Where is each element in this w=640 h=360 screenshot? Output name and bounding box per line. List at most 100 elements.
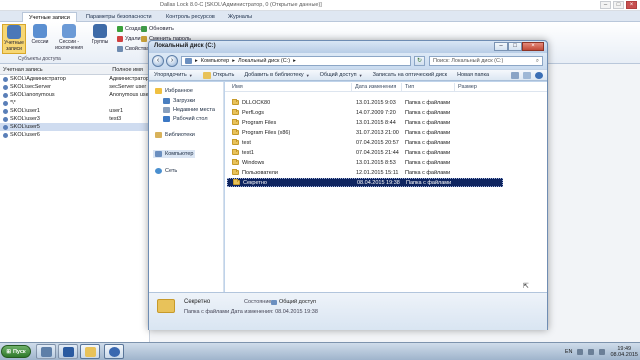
nav-downloads[interactable]: Загрузки — [163, 98, 195, 104]
computer-icon — [185, 58, 192, 64]
tab-resource-control[interactable]: Контроль ресурсов — [160, 12, 221, 22]
start-button[interactable]: ⊞ Пуск — [1, 345, 31, 358]
search-icon: ⌕ — [535, 58, 539, 64]
tab-logs[interactable]: Журналы — [222, 12, 258, 22]
address-part-drive[interactable]: Локальный диск (C:) — [238, 58, 290, 64]
groups-ribbon-button[interactable]: Группы — [88, 24, 112, 54]
file-row[interactable]: DLLOCK80 13.01.2015 9:03 Папка с файлами — [227, 98, 503, 107]
account-name: SKOL\user3 — [10, 116, 40, 122]
search-input[interactable]: Поиск: Локальный диск (C:) ⌕ — [429, 56, 543, 66]
file-date: 31.07.2013 21:00 — [356, 129, 399, 136]
file-type: Папка с файлами — [405, 119, 451, 126]
nav-network[interactable]: Сеть — [155, 168, 177, 174]
preview-pane-icon[interactable] — [523, 71, 531, 79]
view-controls — [511, 71, 547, 79]
column-divider[interactable] — [454, 83, 455, 91]
user-icon — [3, 92, 8, 98]
file-row[interactable]: PerfLogs 14.07.2009 7:20 Папка с файлами — [227, 108, 503, 117]
nav-favorites-label: Избранное — [165, 88, 193, 94]
nav-favorites[interactable]: Избранное — [155, 88, 193, 94]
users-icon — [7, 25, 21, 39]
column-date-modified[interactable]: Дата изменения — [355, 84, 396, 90]
file-row[interactable]: Windows 13.01.2015 8:53 Папка с файлами — [227, 158, 503, 167]
taskbar-app-server-manager[interactable] — [36, 344, 56, 359]
column-divider[interactable] — [401, 83, 402, 91]
clock[interactable]: 19:49 08.04.2015 — [610, 346, 638, 358]
language-indicator[interactable]: EN — [565, 349, 573, 355]
file-row-selected[interactable]: Секретно 08.04.2015 19:38 Папка с файлам… — [227, 178, 503, 187]
groups-icon — [93, 24, 107, 38]
column-full-name[interactable]: Полное имя — [109, 66, 149, 74]
tab-security-params[interactable]: Параметры безопасности — [80, 12, 158, 22]
properties-button[interactable]: Свойства — [117, 46, 149, 52]
table-row[interactable]: *\* — [0, 99, 149, 107]
add-to-library-label: Добавить в библиотеку — [244, 72, 304, 78]
explorer-titlebar[interactable]: Локальный диск (C:) – □ × — [149, 41, 547, 53]
nav-desktop[interactable]: Рабочий стол — [163, 116, 208, 122]
folder-icon — [232, 129, 239, 135]
address-separator-icon: ▸ — [232, 58, 235, 64]
details-state-value: Общий доступ — [271, 299, 316, 305]
explorer-minimize-button[interactable]: – — [494, 42, 508, 51]
file-row[interactable]: test1 07.04.2015 21:44 Папка с файлами — [227, 148, 503, 157]
tab-accounts[interactable]: Учетные записи — [22, 12, 77, 22]
explorer-close-button[interactable]: × — [522, 42, 544, 51]
accounts-ribbon-button[interactable]: Учетные записи — [2, 24, 26, 54]
column-type[interactable]: Тип — [405, 84, 414, 90]
address-bar[interactable]: ▸ Компьютер ▸ Локальный диск (C:) ▸ — [181, 56, 411, 66]
flag-tray-icon[interactable] — [599, 349, 606, 355]
help-icon[interactable] — [535, 71, 543, 79]
share-button[interactable]: Общий доступ ▼ — [315, 72, 368, 78]
open-button[interactable]: Открыть — [198, 71, 240, 79]
refresh-address-button[interactable]: ↻ — [414, 56, 425, 66]
network-tray-icon[interactable] — [577, 349, 584, 355]
file-row[interactable]: Program Files 13.01.2015 8:44 Папка с фа… — [227, 118, 503, 127]
account-name: SKOL\user5 — [10, 124, 40, 130]
file-date: 08.04.2015 19:38 — [357, 179, 400, 186]
volume-tray-icon[interactable] — [588, 349, 595, 355]
table-row[interactable]: SKOL\user3 test3 — [0, 115, 149, 123]
sessions-ribbon-button[interactable]: Сессии — [28, 24, 52, 54]
key-icon — [141, 36, 147, 42]
session-exceptions-ribbon-label: Сессии - исключения — [55, 39, 83, 51]
table-row[interactable]: SKOL\Администратор Администратор — [0, 75, 149, 83]
file-row[interactable]: Program Files (x86) 31.07.2013 21:00 Пап… — [227, 128, 503, 137]
nav-recent-places[interactable]: Недавние места — [163, 107, 215, 113]
column-size[interactable]: Размер — [458, 84, 477, 90]
explorer-maximize-button[interactable]: □ — [508, 42, 522, 51]
organize-button[interactable]: Упорядочить ▼ — [149, 72, 198, 78]
nav-libraries-label: Библиотеки — [165, 132, 195, 138]
burn-disc-label: Записать на оптический диск — [372, 72, 448, 78]
taskbar-app-dallas-lock[interactable] — [104, 344, 124, 359]
computer-icon — [155, 151, 162, 157]
table-row[interactable]: SKOL\user6 — [0, 131, 149, 139]
folder-icon — [232, 119, 239, 125]
column-name[interactable]: Имя — [232, 84, 243, 90]
taskbar-app-powershell[interactable] — [58, 344, 78, 359]
burn-disc-button[interactable]: Записать на оптический диск — [368, 72, 452, 78]
file-row[interactable]: test 07.04.2015 20:57 Папка с файлами — [227, 138, 503, 147]
nav-libraries[interactable]: Библиотеки — [155, 132, 195, 138]
taskbar-app-explorer[interactable] — [80, 344, 100, 359]
table-row[interactable]: SKOL\anonymous Anonymous user — [0, 91, 149, 99]
session-exceptions-ribbon-button[interactable]: Сессии - исключения — [54, 24, 84, 54]
back-button[interactable]: ‹ — [152, 55, 164, 67]
close-button[interactable]: × — [626, 1, 637, 9]
maximize-button[interactable]: □ — [613, 1, 624, 9]
address-part-computer[interactable]: Компьютер — [201, 58, 229, 64]
column-divider[interactable] — [351, 83, 352, 91]
table-row[interactable]: SKOL\secServer secServer user — [0, 83, 149, 91]
nav-computer[interactable]: Компьютер — [153, 150, 196, 158]
refresh-button[interactable]: Обновить — [141, 26, 174, 32]
table-row-selected[interactable]: SKOL\user5 — [0, 123, 149, 131]
column-account[interactable]: Учетная запись — [0, 66, 109, 74]
new-folder-button[interactable]: Новая папка — [452, 72, 494, 78]
forward-button[interactable]: › — [166, 55, 178, 67]
file-row[interactable]: Пользователи 12.01.2015 15:11 Папка с фа… — [227, 168, 503, 177]
view-options-icon[interactable] — [511, 71, 519, 79]
table-row[interactable]: SKOL\user1 user1 — [0, 107, 149, 115]
minimize-button[interactable]: – — [600, 1, 611, 9]
chevron-down-icon: ▼ — [305, 72, 310, 78]
add-to-library-button[interactable]: Добавить в библиотеку ▼ — [239, 72, 314, 78]
folder-icon — [232, 109, 239, 115]
